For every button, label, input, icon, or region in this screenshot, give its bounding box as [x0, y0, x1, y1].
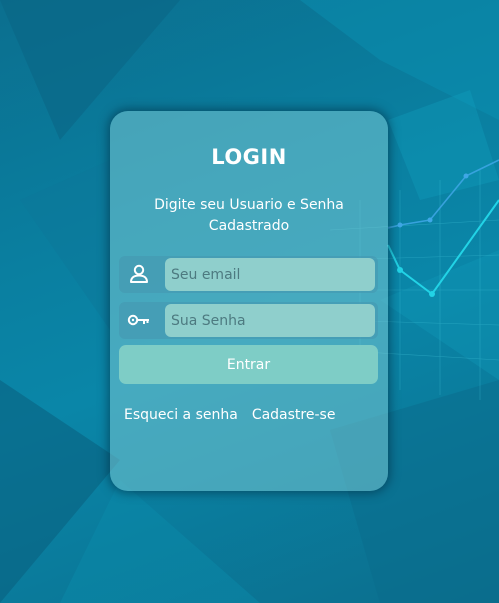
- submit-button[interactable]: Entrar: [119, 345, 378, 384]
- signup-link[interactable]: Cadastre-se: [252, 407, 336, 423]
- login-card: LOGIN Digite seu Usuario e Senha Cadastr…: [110, 111, 388, 491]
- forgot-password-link[interactable]: Esqueci a senha: [124, 407, 238, 423]
- password-input[interactable]: [165, 304, 375, 337]
- login-title: LOGIN: [211, 145, 287, 169]
- login-subtitle: Digite seu Usuario e Senha Cadastrado: [154, 197, 344, 234]
- auth-links: Esqueci a senha Cadastre-se: [124, 407, 335, 423]
- password-field-group: [119, 302, 378, 339]
- key-icon: [126, 307, 152, 333]
- user-icon: [126, 261, 152, 287]
- email-field-group: [119, 256, 378, 293]
- email-input[interactable]: [165, 258, 375, 291]
